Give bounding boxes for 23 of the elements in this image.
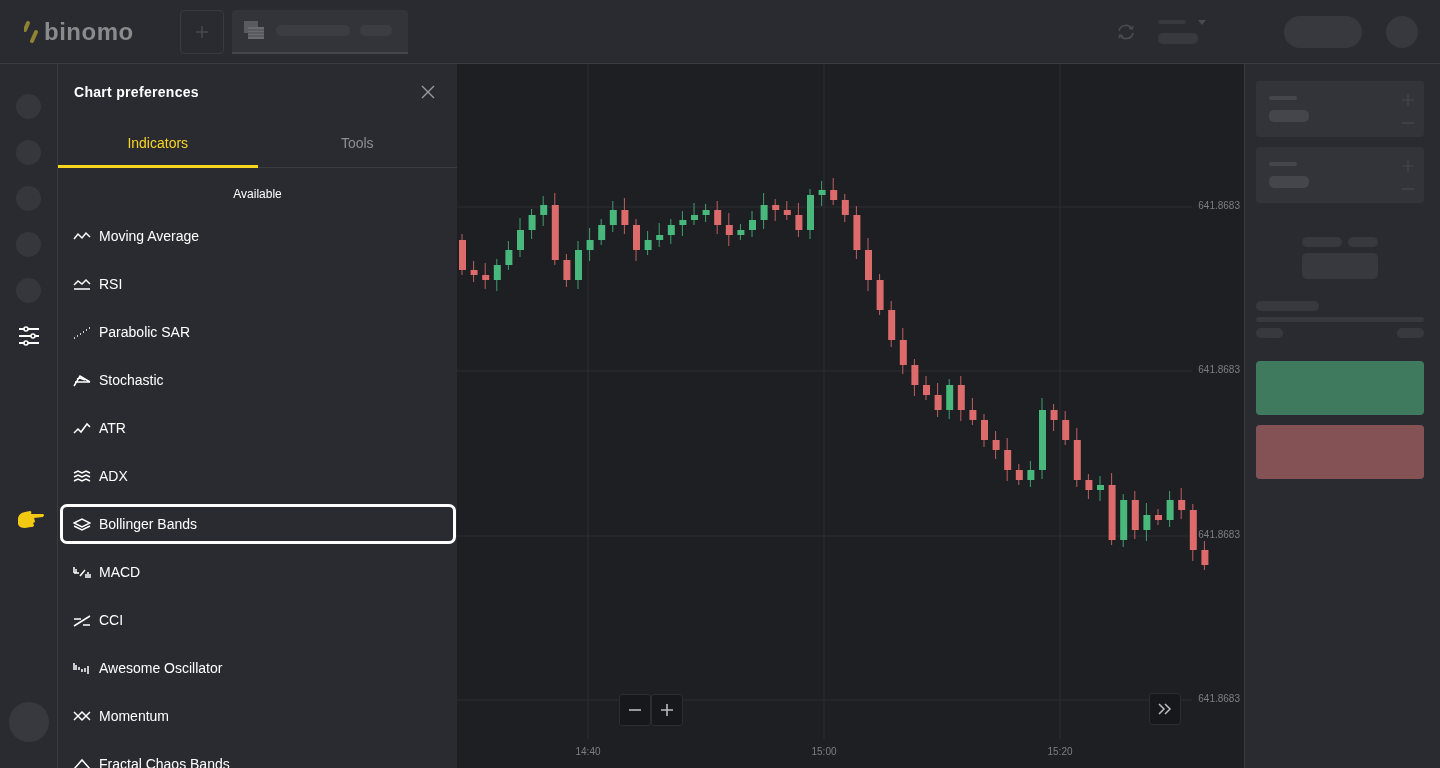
price-label: 641.8683 [1198, 200, 1240, 211]
time-label: 15:20 [1046, 746, 1074, 757]
indicator-item[interactable]: Moving Average [60, 216, 456, 256]
price-label: 641.8683 [1198, 693, 1240, 704]
indicator-item[interactable]: Stochastic [60, 360, 456, 400]
price-label: 641.8683 [1198, 364, 1240, 375]
indicator-item[interactable]: ATR [60, 408, 456, 448]
indicator-item[interactable]: ADX [60, 456, 456, 496]
panel-title: Chart preferences [74, 84, 199, 100]
price-label: 641.8683 [1198, 529, 1240, 540]
tab[interactable]: Tools [257, 120, 457, 168]
logo-text: binomo [44, 17, 134, 46]
section-heading: Available [232, 186, 283, 203]
indicator-item[interactable]: Parabolic SAR [60, 312, 456, 352]
indicator-item[interactable]: RSI [60, 264, 456, 304]
time-label: 15:00 [810, 746, 838, 757]
indicator-item[interactable]: Awesome Oscillator [60, 648, 456, 688]
indicator-item[interactable]: CCI [60, 600, 456, 640]
indicator-item[interactable]: MACD [60, 552, 456, 592]
tab[interactable]: Indicators [58, 120, 258, 168]
time-label: 14:40 [574, 746, 602, 757]
indicator-item[interactable]: Bollinger Bands [60, 504, 456, 544]
indicator-item[interactable]: Momentum [60, 696, 456, 736]
